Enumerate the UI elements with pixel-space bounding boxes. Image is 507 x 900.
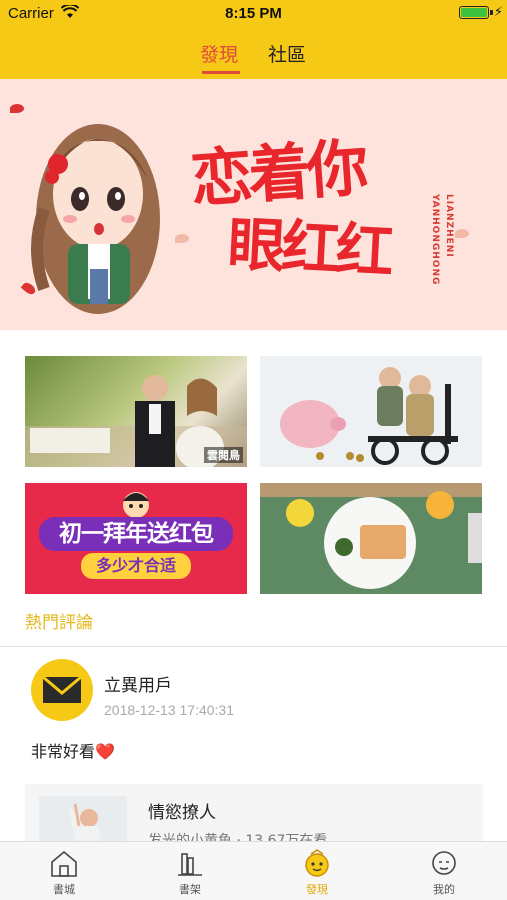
tabbar-label: 書城 [53, 883, 75, 896]
promo-sub-text: 多少才合适 [81, 553, 191, 579]
banner-side-text-2: LIANZHENI [444, 194, 454, 258]
comment-text: 非常好看❤️ [31, 742, 115, 761]
tabbar-label: 書架 [179, 883, 201, 896]
tab-discover[interactable]: 發現 [200, 40, 238, 67]
top-tabs: 發現 社區 [0, 40, 507, 74]
house-icon [51, 850, 77, 877]
book-title: 情慾撩人 [148, 803, 216, 823]
tab-community[interactable]: 社區 [268, 40, 306, 67]
user-avatar-m-icon [42, 675, 82, 703]
battery-cap [490, 10, 493, 15]
hot-comments-title: 熱門評論 [25, 613, 93, 633]
section-divider [0, 646, 507, 647]
petal-decoration [455, 229, 469, 238]
top-header: Carrier 8:15 PM ⚡ 發現 社區 [0, 0, 507, 79]
status-bar: Carrier 8:15 PM ⚡ [0, 0, 507, 28]
anime-girl-illustration [31, 124, 160, 314]
promo-main-text: 初一拜年送红包 [39, 517, 233, 551]
breakfast-tile[interactable] [260, 483, 482, 594]
red-envelope-tile[interactable]: 初一拜年送红包 多少才合适 [25, 483, 247, 594]
bookshelf-icon [178, 853, 202, 876]
tabbar-item-discover[interactable]: 發現 [277, 842, 357, 900]
tabbar-item-profile[interactable]: 我的 [404, 842, 484, 900]
wedding-tile[interactable]: 雲閱鳥 [25, 356, 247, 467]
breakfast-plate-image [260, 483, 482, 589]
petal-decoration [10, 104, 24, 113]
comment-timestamp: 2018-12-13 17:40:31 [104, 702, 234, 718]
tabbar-label: 我的 [433, 883, 455, 896]
piggy-bank-elderly-couple-image [280, 367, 458, 465]
petal-decoration [175, 234, 189, 243]
piggy-bank-tile[interactable] [260, 356, 482, 467]
banner-line-2: 眼红红 [226, 209, 392, 287]
tabbar-item-bookshelf[interactable]: 書架 [150, 842, 230, 900]
tile-watermark: 雲閱鳥 [204, 447, 243, 463]
comment-username[interactable]: 立異用戶 [104, 671, 172, 696]
promo-banner[interactable]: 恋着你 眼红红 YANHONGHONG LIANZHENI [0, 79, 507, 330]
tabbar-label: 發現 [306, 883, 328, 896]
red-envelope-character-icon [123, 492, 149, 518]
discover-face-icon [305, 849, 329, 877]
banner-title: 恋着你 眼红红 [188, 123, 440, 286]
tabbar-item-bookstore[interactable]: 書城 [24, 842, 104, 900]
status-time: 8:15 PM [225, 5, 282, 22]
bottom-tab-bar: 書城 書架 發現 我的 [0, 841, 507, 900]
battery-icon [459, 6, 489, 19]
banner-side-text: YANHONGHONG [430, 194, 440, 286]
avatar[interactable] [31, 659, 93, 721]
active-tab-indicator [202, 71, 240, 74]
charging-bolt-icon: ⚡ [493, 5, 503, 20]
profile-face-icon [432, 851, 456, 875]
